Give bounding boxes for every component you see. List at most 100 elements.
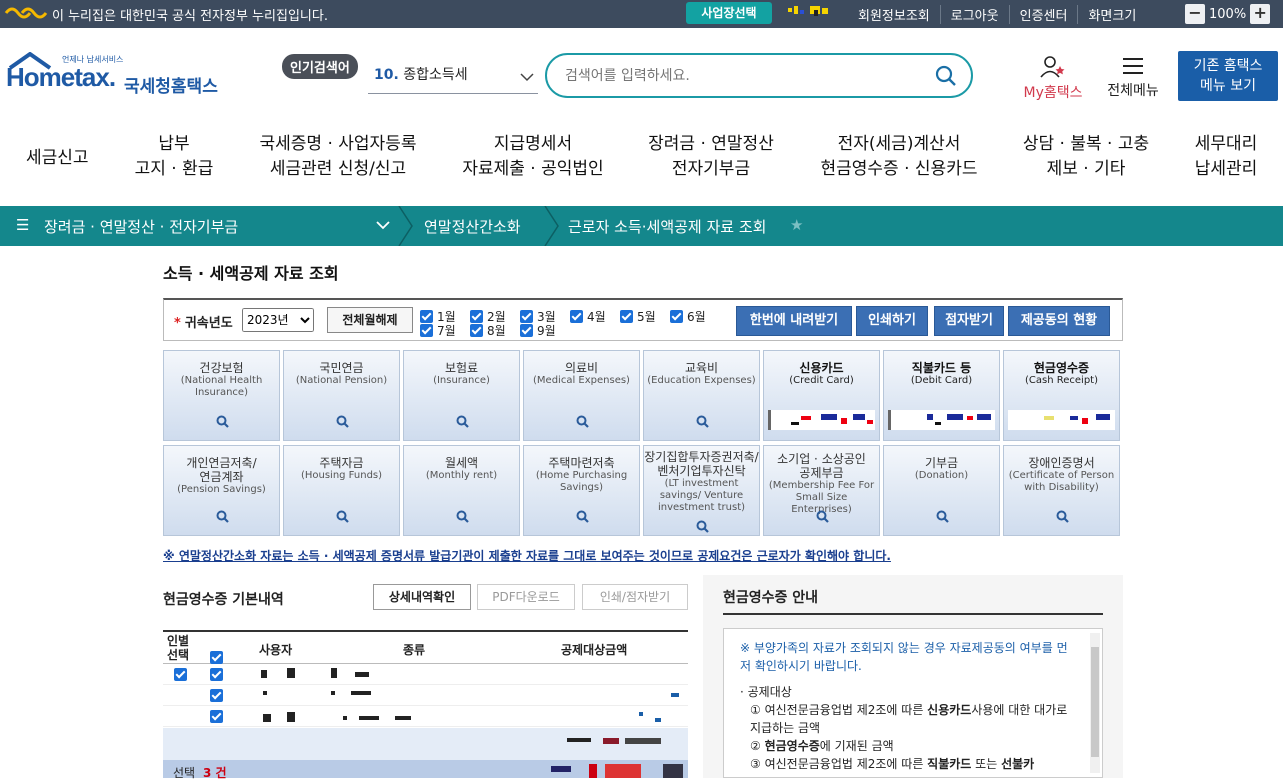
nav-e-invoice[interactable]: 전자(세금)계산서 현금영수증 · 신용카드 <box>818 132 980 182</box>
breadcrumb-level2[interactable]: 연말정산간소화 <box>424 216 521 237</box>
tile-pension-savings[interactable]: 개인연금저축/ 연금계좌 (Pension Savings) <box>163 445 280 536</box>
old-home-line2: 메뉴 보기 <box>1200 78 1256 94</box>
selection-label: 선택 <box>173 766 196 780</box>
breadcrumb-level1[interactable]: 장려금 · 연말정산 · 전자기부금 <box>44 216 238 237</box>
nav-consulting[interactable]: 상담 · 불복 · 고충 제보 · 기타 <box>1018 132 1154 182</box>
search-icon <box>936 510 949 523</box>
col-user: 사용자 <box>259 643 293 657</box>
nav-payment-statements[interactable]: 지급명세서 자료제출 · 공익법인 <box>460 132 606 182</box>
tile-national-pension[interactable]: 국민연금 (National Pension) <box>283 350 400 441</box>
person-checkbox[interactable] <box>174 668 187 681</box>
business-select-button[interactable]: 사업장선택 <box>686 2 772 24</box>
tile-housing-funds[interactable]: 주택자금 (Housing Funds) <box>283 445 400 536</box>
gov-notice: 이 누리집은 대한민국 공식 전자정부 누리집입니다. <box>52 9 328 24</box>
tile-lt-investment[interactable]: 장기집합투자증권저축/ 벤처기업투자신탁 (LT investment savin… <box>643 445 760 536</box>
tile-debit-card[interactable]: 직불카드 등 (Debit Card) <box>883 350 1000 441</box>
search-icon <box>336 510 349 523</box>
favorite-star-icon[interactable]: ★ <box>790 216 803 234</box>
download-all-button[interactable]: 한번에 내려받기 <box>736 306 852 336</box>
zoom-out-button[interactable]: − <box>1185 4 1205 24</box>
search-icon[interactable] <box>935 65 957 87</box>
nav-tax-agent[interactable]: 세무대리 납세관리 <box>1192 132 1260 182</box>
pdf-download-button[interactable]: PDF다운로드 <box>477 584 575 610</box>
row-checkbox[interactable] <box>210 689 223 702</box>
popular-search-badge: 인기검색어 <box>282 54 358 79</box>
breadcrumb: ☰ 장려금 · 연말정산 · 전자기부금 연말정산간소화 근로자 소득·세액공제… <box>0 206 1283 246</box>
search-input[interactable] <box>565 65 925 87</box>
detail-view-button[interactable]: 상세내역확인 <box>373 584 471 610</box>
tile-education[interactable]: 교육비 (Education Expenses) <box>643 350 760 441</box>
search-icon <box>216 510 229 523</box>
month-checkbox-5[interactable]: 5월 <box>620 308 656 325</box>
tile-credit-card[interactable]: 신용카드 (Credit Card) <box>763 350 880 441</box>
gov-banner: 이 누리집은 대한민국 공식 전자정부 누리집입니다. 사업장선택 회원정보조회… <box>0 0 1283 28</box>
search-icon <box>576 415 589 428</box>
table-row <box>163 706 688 727</box>
nav-certificates[interactable]: 국세증명 · 사업자등록 세금관련 신청/신고 <box>258 132 418 182</box>
hometax-logo[interactable]: 언제나 납세서비스 Hometax. 국세청홈택스 <box>6 52 226 102</box>
selection-count-row: 선택 3 건 <box>163 760 688 780</box>
zoom-in-button[interactable]: + <box>1250 4 1271 24</box>
all-menu-label: 전체메뉴 <box>1107 83 1159 99</box>
logout-link[interactable]: 로그아웃 <box>941 5 1010 24</box>
cash-receipt-section-title: 현금영수증 기본내역 <box>163 592 284 608</box>
search-icon <box>456 510 469 523</box>
popular-search-select[interactable]: 10. 종합소득세 <box>368 64 538 94</box>
tile-home-savings[interactable]: 주택마련저축 (Home Purchasing Savings) <box>523 445 640 536</box>
search-icon <box>696 520 709 533</box>
cert-center-link[interactable]: 인증센터 <box>1010 5 1079 24</box>
braille-button[interactable]: 점자받기 <box>934 306 1004 336</box>
tile-health-insurance[interactable]: 건강보험 (National Health Insurance) <box>163 350 280 441</box>
month-checkbox-9[interactable]: 9월 <box>520 322 556 339</box>
search-icon <box>216 415 229 428</box>
menu-icon[interactable]: ☰ <box>16 216 29 234</box>
row-checkbox[interactable] <box>210 668 223 681</box>
nav-payment[interactable]: 납부 고지 · 환급 <box>134 132 214 182</box>
month-checkbox-4[interactable]: 4월 <box>570 308 606 325</box>
guide-title: 현금영수증 안내 <box>723 590 819 606</box>
search-icon <box>456 415 469 428</box>
search-icon <box>336 415 349 428</box>
old-home-line1: 기존 홈택스 <box>1193 58 1263 74</box>
month-checkbox-7[interactable]: 7월 <box>420 322 456 339</box>
search-icon <box>816 510 829 523</box>
member-info-link[interactable]: 회원정보조회 <box>848 5 941 24</box>
guide-bullet: · 공제대상 <box>740 685 792 699</box>
popular-term: 종합소득세 <box>403 67 468 83</box>
tile-insurance[interactable]: 보험료 (Insurance) <box>403 350 520 441</box>
masked-amount <box>1008 410 1115 430</box>
guide-scrollbar[interactable] <box>1090 633 1100 773</box>
guide-line-1: ① 여신전문금융업법 제2조에 따른 신용카드사용에 대한 대가로 지급하는 금… <box>750 703 1068 735</box>
my-hometax-label: My홈택스 <box>1023 85 1083 101</box>
month-checkbox-8[interactable]: 8월 <box>470 322 506 339</box>
user-icon <box>1040 56 1065 78</box>
month-checkbox-6[interactable]: 6월 <box>670 308 706 325</box>
nav-tax-filing[interactable]: 세금신고 <box>26 146 89 171</box>
row-checkbox[interactable] <box>210 710 223 723</box>
search-box <box>545 53 973 98</box>
table-sum-row <box>163 728 688 760</box>
tile-cash-receipt[interactable]: 현금영수증 (Cash Receipt) <box>1003 350 1120 441</box>
table-row <box>163 664 688 685</box>
my-hometax-button[interactable]: My홈택스 <box>1018 56 1088 102</box>
print-button[interactable]: 인쇄하기 <box>856 306 928 336</box>
tile-small-business[interactable]: 소기업 · 소상공인 공제부금 (Membership Fee For Small… <box>763 445 880 536</box>
logo-korean: 국세청홈택스 <box>124 77 218 97</box>
all-menu-button[interactable]: 전체메뉴 <box>1102 56 1164 100</box>
tile-monthly-rent[interactable]: 월세액 (Monthly rent) <box>403 445 520 536</box>
year-select[interactable]: 2023년 <box>242 308 314 332</box>
masked-amount <box>768 410 875 430</box>
tile-donation[interactable]: 기부금 (Donation) <box>883 445 1000 536</box>
guide-line-2: ② 현금영수증에 기재된 금액 <box>750 739 894 753</box>
consent-status-button[interactable]: 제공동의 현황 <box>1008 306 1110 336</box>
print-braille-button[interactable]: 인쇄/점자받기 <box>582 584 688 610</box>
breadcrumb-current: 근로자 소득·세액공제 자료 조회 <box>568 218 767 236</box>
old-hometax-button[interactable]: 기존 홈택스 메뉴 보기 <box>1178 51 1278 101</box>
tile-disability[interactable]: 장애인증명서 (Certificate of Person with Disabi… <box>1003 445 1120 536</box>
chevron-down-icon <box>520 68 534 90</box>
chevron-down-icon[interactable] <box>376 216 390 234</box>
guide-divider <box>723 613 1103 615</box>
tile-medical[interactable]: 의료비 (Medical Expenses) <box>523 350 640 441</box>
nav-year-end[interactable]: 장려금 · 연말정산 전자기부금 <box>646 132 776 182</box>
clear-months-button[interactable]: 전체월해제 <box>327 307 413 333</box>
